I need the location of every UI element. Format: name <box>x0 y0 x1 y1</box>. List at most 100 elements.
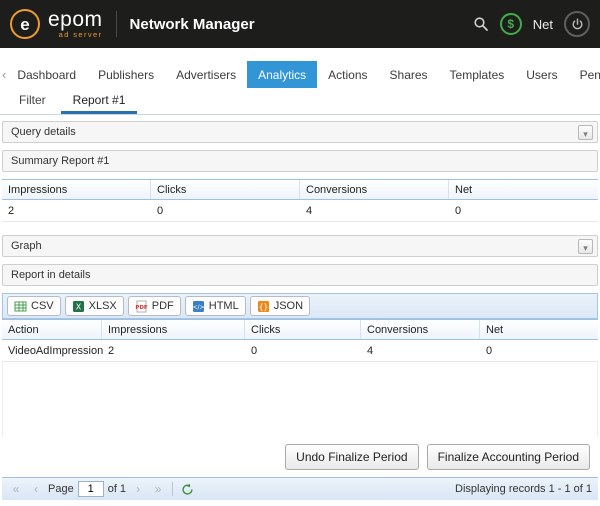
page-of-label: of 1 <box>107 483 127 495</box>
nav-item-users[interactable]: Users <box>515 61 568 88</box>
first-page-icon[interactable] <box>8 481 24 497</box>
app-title: Network Manager <box>129 15 255 33</box>
nav-item-advertisers[interactable]: Advertisers <box>165 61 247 88</box>
export-json-label: JSON <box>273 300 304 312</box>
finalize-accounting-period-button[interactable]: Finalize Accounting Period <box>426 444 590 470</box>
main-nav: Dashboard Publishers Advertisers Analyti… <box>0 61 600 88</box>
undo-finalize-period-button[interactable]: Undo Finalize Period <box>285 444 419 470</box>
export-html-label: HTML <box>208 300 239 312</box>
details-table-row[interactable]: VideoAdImpression 2 0 4 0 <box>2 340 598 362</box>
net-label: Net <box>532 16 553 32</box>
svg-text:{}: {} <box>258 302 268 311</box>
column-header-impressions[interactable]: Impressions <box>2 180 151 199</box>
nav-item-actions[interactable]: Actions <box>317 61 378 88</box>
app-window: epom ad server Network Manager Net <box>0 0 600 506</box>
search-button[interactable] <box>473 16 489 32</box>
summary-title: Summary Report #1 <box>11 155 110 167</box>
summary-grid: Impressions Clicks Conversions Net 2 0 4… <box>2 179 598 222</box>
report-tabs: Filter Report #1 <box>0 88 600 115</box>
page-label: Page <box>48 483 74 495</box>
nav-item-analytics[interactable]: Analytics <box>247 61 318 88</box>
header-divider <box>115 11 117 37</box>
column-header-impressions[interactable]: Impressions <box>102 320 245 339</box>
column-header-conversions[interactable]: Conversions <box>300 180 449 199</box>
csv-icon <box>14 301 27 311</box>
cell-conversions: 4 <box>367 344 374 357</box>
summary-panel-header: Summary Report #1 <box>2 150 598 172</box>
epom-logo[interactable]: epom ad server <box>10 9 103 39</box>
refresh-button[interactable] <box>179 481 195 497</box>
nav-item-dashboard[interactable]: Dashboard <box>6 61 87 88</box>
export-json-button[interactable]: {} JSON <box>249 296 311 316</box>
tab-filter[interactable]: Filter <box>7 88 58 114</box>
export-csv-label: CSV <box>31 300 54 312</box>
column-header-net[interactable]: Net <box>449 180 598 199</box>
dollar-icon <box>499 13 522 35</box>
nav-item-publishers[interactable]: Publishers <box>87 61 165 88</box>
epom-logo-icon <box>10 9 40 39</box>
search-icon <box>474 17 488 31</box>
brand-subtitle: ad server <box>58 30 103 40</box>
report-details-title: Report in details <box>11 269 91 281</box>
power-icon <box>571 17 583 29</box>
brand-name: epom <box>48 8 103 32</box>
column-header-conversions[interactable]: Conversions <box>361 320 480 339</box>
tab-report-1[interactable]: Report #1 <box>60 88 138 114</box>
column-header-clicks[interactable]: Clicks <box>245 320 361 339</box>
records-status: Displaying records 1 - 1 of 1 <box>455 483 592 495</box>
cell-conversions: 4 <box>306 204 313 217</box>
html-icon: </> <box>192 300 204 312</box>
graph-title: Graph <box>11 240 42 252</box>
finalize-action-bar: Undo Finalize Period Finalize Accounting… <box>2 437 598 477</box>
logout-button[interactable] <box>564 11 590 37</box>
cell-net: 0 <box>486 344 493 357</box>
last-page-icon[interactable] <box>150 481 166 497</box>
chevron-down-icon <box>583 239 588 254</box>
query-details-panel: Query details <box>2 121 598 143</box>
svg-text:</>: </> <box>192 304 204 311</box>
page-input[interactable] <box>77 481 104 497</box>
export-pdf-button[interactable]: PDF PDF <box>127 296 181 316</box>
cell-impressions: 2 <box>8 204 15 217</box>
paging-toolbar: Page of 1 Displaying records 1 - 1 of 1 <box>2 477 598 500</box>
export-csv-button[interactable]: CSV <box>7 296 61 316</box>
nav-item-shares[interactable]: Shares <box>379 61 439 88</box>
pdf-icon: PDF <box>135 300 148 312</box>
cell-clicks: 0 <box>251 344 258 357</box>
cell-net: 0 <box>455 204 462 217</box>
column-header-action[interactable]: Action <box>2 320 102 339</box>
nav-item-templates[interactable]: Templates <box>439 61 516 88</box>
cell-action: VideoAdImpression <box>8 344 104 357</box>
svg-text:PDF: PDF <box>135 305 148 311</box>
graph-collapse-button[interactable] <box>578 238 593 254</box>
column-header-net[interactable]: Net <box>480 320 598 339</box>
report-details-panel-header: Report in details <box>2 264 598 286</box>
chevron-down-icon <box>583 125 588 140</box>
grid-empty-body <box>2 362 598 437</box>
query-details-collapse-button[interactable] <box>578 124 593 140</box>
xlsx-icon: X <box>72 300 84 312</box>
brand-wordmark: epom ad server <box>48 9 103 39</box>
summary-grid-header: Impressions Clicks Conversions Net <box>2 179 598 200</box>
refresh-icon <box>182 483 193 495</box>
report-content: Query details Summary Report #1 Impressi… <box>0 115 600 506</box>
report-grid: CSV X XLSX PDF PDF </> HTML {} JSON Acti… <box>2 293 598 500</box>
query-details-title: Query details <box>11 126 76 138</box>
graph-panel: Graph <box>2 235 598 257</box>
nav-item-pending-site[interactable]: Pending Site <box>569 61 600 88</box>
column-header-clicks[interactable]: Clicks <box>151 180 300 199</box>
header-actions: Net <box>473 11 590 37</box>
cell-clicks: 0 <box>157 204 164 217</box>
export-html-button[interactable]: </> HTML <box>184 296 246 316</box>
export-pdf-label: PDF <box>151 300 174 312</box>
details-grid-header: Action Impressions Clicks Conversions Ne… <box>2 319 598 340</box>
next-page-icon[interactable] <box>130 481 146 497</box>
toolbar-separator <box>172 482 174 496</box>
balance-button[interactable] <box>499 13 522 35</box>
export-toolbar: CSV X XLSX PDF PDF </> HTML {} JSON <box>2 293 598 319</box>
export-xlsx-label: XLSX <box>88 300 117 312</box>
previous-page-icon[interactable] <box>28 481 44 497</box>
export-xlsx-button[interactable]: X XLSX <box>64 296 124 316</box>
summary-table-row[interactable]: 2 0 4 0 <box>2 200 598 222</box>
app-header: epom ad server Network Manager Net <box>0 0 600 48</box>
